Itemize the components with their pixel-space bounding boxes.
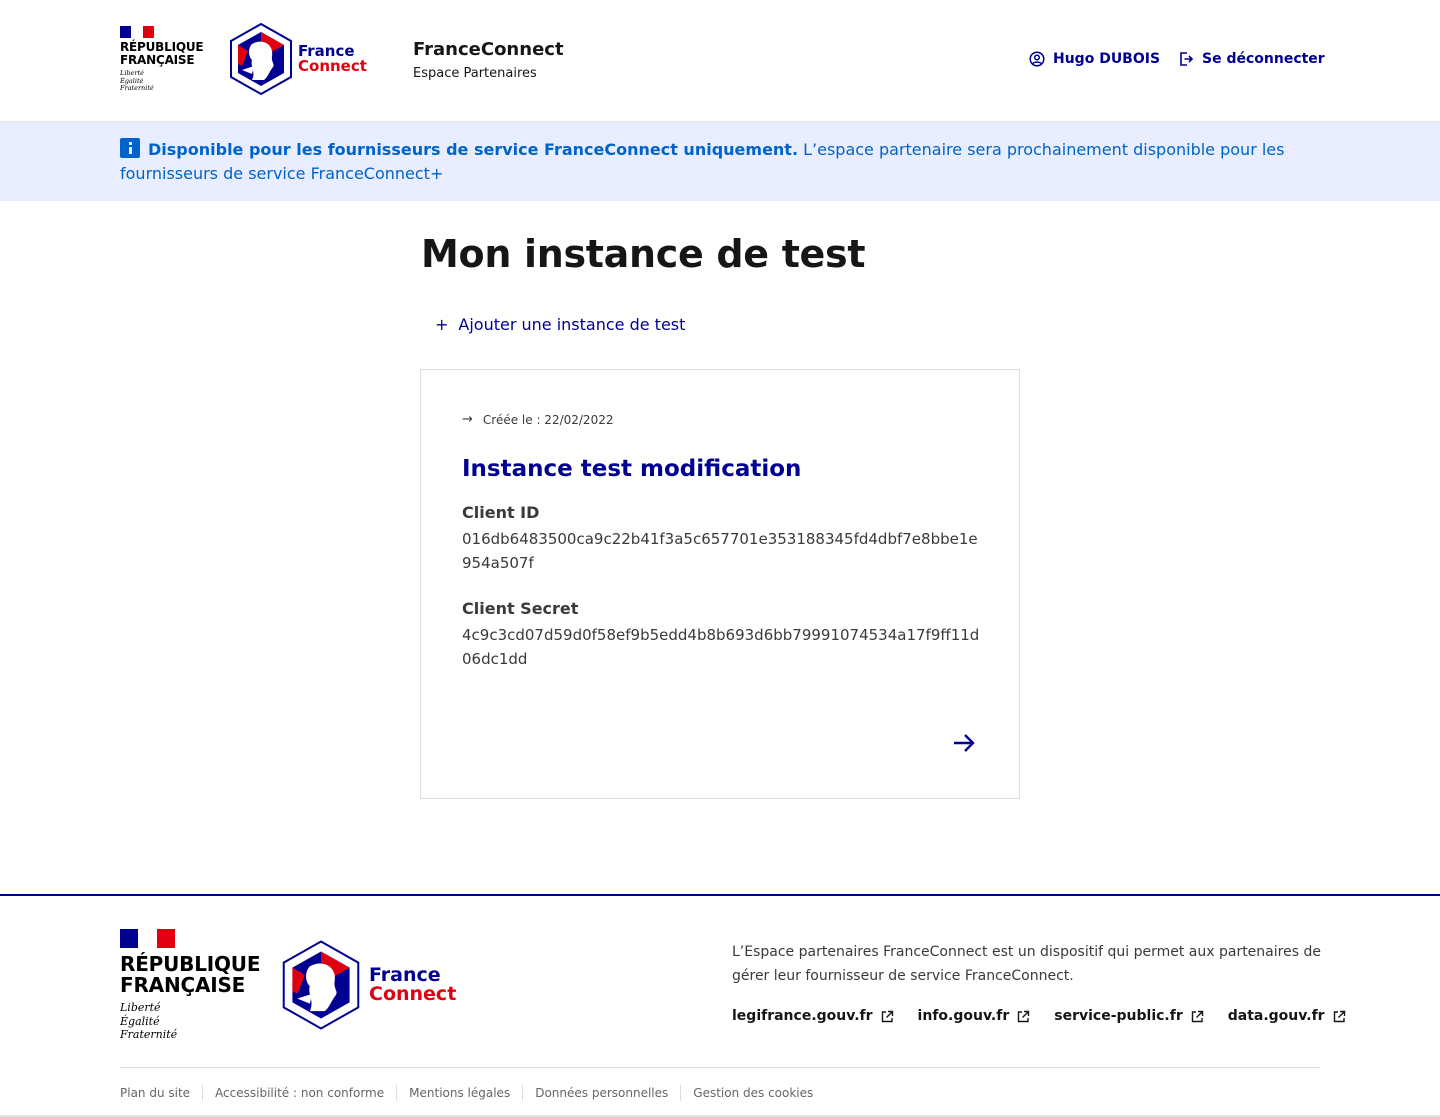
- card-title[interactable]: Instance test modification: [462, 456, 801, 482]
- footer-link-info-gouv[interactable]: info.gouv.fr: [918, 1008, 1031, 1024]
- rf-name: RÉPUBLIQUE FRANÇAISE: [120, 40, 204, 67]
- republique-francaise-logo[interactable]: RÉPUBLIQUE FRANÇAISE Liberté Égalité Fra…: [120, 26, 210, 93]
- marianne-flag-icon: [120, 26, 154, 38]
- motto-fraternite: Fraternité: [120, 84, 154, 92]
- footer-link-accessibilite[interactable]: Accessibilité : non conforme: [202, 1085, 396, 1101]
- site-header: RÉPUBLIQUE FRANÇAISE Liberté Égalité Fra…: [0, 0, 1440, 121]
- arrow-right-icon: →: [462, 412, 473, 427]
- footer-rf-name-line2: FRANÇAISE: [120, 973, 246, 997]
- logout-label: Se déconnecter: [1202, 51, 1325, 67]
- add-test-instance-button[interactable]: + Ajouter une instance de test: [435, 315, 685, 334]
- footer-description: L’Espace partenaires FranceConnect est u…: [732, 944, 1321, 984]
- footer-rf-motto: Liberté Égalité Fraternité: [120, 1001, 260, 1042]
- logout-button[interactable]: Se déconnecter: [1178, 51, 1325, 67]
- footer-link-data-gouv[interactable]: data.gouv.fr: [1228, 1008, 1346, 1024]
- footer-link-plan-du-site[interactable]: Plan du site: [120, 1085, 202, 1101]
- user-account-link[interactable]: Hugo DUBOIS: [1029, 51, 1160, 67]
- info-notice: Disponible pour les fournisseurs de serv…: [0, 122, 1440, 201]
- site-footer: RÉPUBLIQUE FRANÇAISE Liberté Égalité Fra…: [0, 894, 1440, 1117]
- plus-icon: +: [435, 315, 449, 334]
- test-instance-card[interactable]: → Créée le : 22/02/2022 Instance test mo…: [420, 369, 1020, 799]
- user-name: Hugo DUBOIS: [1053, 51, 1161, 67]
- account-circle-icon: [1029, 51, 1045, 67]
- motto-egalite: Égalité: [120, 1014, 160, 1028]
- external-link-icon: [1018, 1010, 1030, 1022]
- footer-fc-logo-connect: Connect: [369, 983, 457, 1005]
- service-tagline: Espace Partenaires: [413, 66, 537, 81]
- footer-franceconnect-logo[interactable]: France Connect: [280, 939, 456, 1031]
- footer-link-mentions-legales[interactable]: Mentions légales: [396, 1085, 522, 1101]
- creation-date: Créée le : 22/02/2022: [482, 412, 614, 427]
- external-link-icon: [1333, 1010, 1345, 1022]
- service-title[interactable]: FranceConnect: [413, 39, 564, 60]
- marianne-flag-icon: [120, 929, 175, 948]
- page-title: Mon instance de test: [421, 232, 866, 276]
- external-link-icon: [881, 1010, 893, 1022]
- info-icon: [120, 138, 140, 158]
- client-id-label: Client ID: [462, 503, 540, 522]
- fc-logo-connect: Connect: [298, 57, 367, 75]
- footer-link-service-public[interactable]: service-public.fr: [1054, 1008, 1203, 1024]
- footer-external-links: legifrance.gouv.fr info.gouv.fr service-…: [732, 1008, 1370, 1024]
- client-secret-label: Client Secret: [462, 599, 579, 618]
- footer-link-legifrance[interactable]: legifrance.gouv.fr: [732, 1008, 894, 1024]
- card-detail: → Créée le : 22/02/2022: [462, 412, 613, 427]
- franceconnect-hexagon-icon: [230, 22, 292, 96]
- notice-title: Disponible pour les fournisseurs de serv…: [148, 140, 799, 159]
- franceconnect-hexagon-icon: [282, 940, 360, 1030]
- motto-liberte: Liberté: [120, 1001, 161, 1014]
- client-id-value: 016db6483500ca9c22b41f3a5c657701e3531883…: [462, 530, 978, 572]
- logout-box-icon: [1180, 52, 1194, 66]
- footer-divider: [120, 1067, 1320, 1068]
- footer-republique-francaise-logo[interactable]: RÉPUBLIQUE FRANÇAISE Liberté Égalité Fra…: [120, 929, 260, 1042]
- rf-motto: Liberté Égalité Fraternité: [120, 69, 210, 93]
- franceconnect-logo[interactable]: France Connect: [228, 22, 367, 96]
- footer-bottom-links: Plan du site Accessibilité : non conform…: [120, 1085, 825, 1101]
- footer-rf-name-line1: RÉPUBLIQUE: [120, 952, 261, 976]
- client-secret-value: 4c9c3cd07d59d0f58ef9b5edd4b8b693d6bb7999…: [462, 626, 980, 668]
- add-test-instance-label: Ajouter une instance de test: [458, 315, 686, 334]
- card-open-arrow-icon[interactable]: [951, 730, 977, 756]
- footer-link-donnees-personnelles[interactable]: Données personnelles: [522, 1085, 680, 1101]
- motto-fraternite: Fraternité: [120, 1028, 178, 1041]
- external-link-icon: [1191, 1010, 1203, 1022]
- footer-link-gestion-cookies[interactable]: Gestion des cookies: [680, 1085, 825, 1101]
